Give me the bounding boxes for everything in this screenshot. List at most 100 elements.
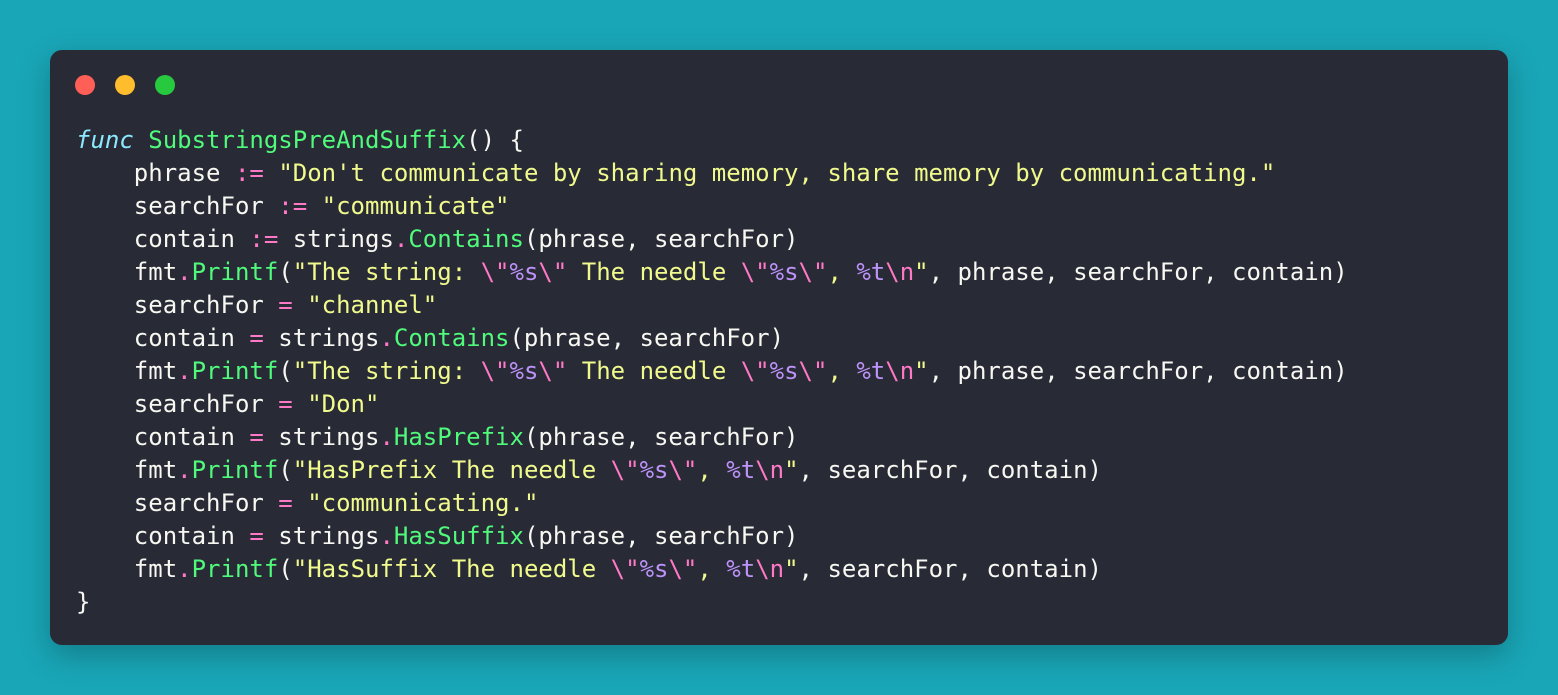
code-text: fmt (76, 456, 178, 484)
code-operator: = (249, 423, 264, 451)
code-operator: := (278, 192, 308, 220)
code-text: (phrase, searchFor) (523, 423, 799, 451)
code-format-verb: %s (509, 357, 539, 385)
code-escape-sequence: \" (610, 456, 640, 484)
code-line: fmt.Printf("HasPrefix The needle \"%s\",… (76, 454, 1348, 487)
code-function-name: Printf (191, 258, 279, 286)
code-format-verb: %t (856, 357, 886, 385)
code-function-name: HasSuffix (393, 522, 524, 550)
code-string: " (914, 357, 929, 385)
code-string: , (697, 456, 727, 484)
code-string: "channel" (307, 291, 438, 319)
code-escape-sequence: \n (755, 456, 785, 484)
code-text: contain (76, 522, 250, 550)
code-operator: . (177, 456, 192, 484)
code-string: "The string: (292, 258, 481, 286)
code-string: "Don" (307, 390, 380, 418)
code-line: fmt.Printf("The string: \"%s\" The needl… (76, 256, 1348, 289)
code-format-verb: %t (726, 456, 756, 484)
code-line: searchFor = "channel" (76, 289, 1348, 322)
code-line: contain = strings.HasPrefix(phrase, sear… (76, 421, 1348, 454)
code-format-verb: %s (639, 555, 669, 583)
code-operator: . (177, 258, 192, 286)
code-string: "communicate" (321, 192, 510, 220)
code-escape-sequence: \" (740, 357, 770, 385)
close-dot[interactable] (75, 75, 95, 95)
code-text: ( (278, 555, 293, 583)
code-escape-sequence: \" (798, 357, 828, 385)
code-escape-sequence: \" (480, 258, 510, 286)
code-function-name: SubstringsPreAndSuffix (148, 126, 467, 154)
code-text: searchFor (76, 192, 279, 220)
code-string: The needle (567, 258, 741, 286)
code-operator: = (278, 489, 293, 517)
code-operator: . (393, 225, 409, 253)
code-line: } (76, 586, 1348, 619)
minimize-dot[interactable] (115, 75, 135, 95)
code-string: , (827, 258, 857, 286)
code-text: searchFor (76, 390, 279, 418)
code-line: contain = strings.Contains(phrase, searc… (76, 322, 1348, 355)
code-function-name: Printf (191, 555, 279, 583)
code-function-name: Contains (408, 225, 524, 253)
code-escape-sequence: \" (740, 258, 770, 286)
code-function-name: Printf (191, 456, 279, 484)
code-line: searchFor = "communicating." (76, 487, 1348, 520)
code-string: " (914, 258, 929, 286)
code-operator: = (278, 291, 293, 319)
zoom-dot[interactable] (155, 75, 175, 95)
code-operator: = (249, 324, 264, 352)
code-line: func SubstringsPreAndSuffix() { (76, 124, 1348, 157)
code-text: (phrase, searchFor) (523, 225, 799, 253)
code-line: contain := strings.Contains(phrase, sear… (76, 223, 1348, 256)
code-operator: . (379, 423, 394, 451)
code-operator: := (249, 225, 279, 253)
code-escape-sequence: \" (480, 357, 510, 385)
code-text: fmt (76, 258, 178, 286)
code-text: } (76, 588, 91, 616)
code-text: ( (278, 258, 293, 286)
code-text: , searchFor, contain) (798, 456, 1102, 484)
code-format-verb: %s (769, 357, 799, 385)
code-text: (phrase, searchFor) (523, 522, 799, 550)
code-text: () { (466, 126, 524, 154)
code-operator: = (249, 522, 264, 550)
code-string: "The string: (292, 357, 481, 385)
code-line: fmt.Printf("HasSuffix The needle \"%s\",… (76, 553, 1348, 586)
code-string: " (784, 456, 799, 484)
code-format-verb: %t (856, 258, 886, 286)
code-escape-sequence: \" (668, 456, 698, 484)
code-escape-sequence: \n (885, 258, 915, 286)
code-string: The needle (567, 357, 741, 385)
code-escape-sequence: \" (538, 357, 568, 385)
code-escape-sequence: \" (798, 258, 828, 286)
code-function-name: HasPrefix (393, 423, 524, 451)
code-string: " (784, 555, 799, 583)
code-operator: . (379, 324, 394, 352)
code-operator: . (379, 522, 394, 550)
code-text: searchFor (76, 489, 279, 517)
code-string: , (697, 555, 727, 583)
code-text: , phrase, searchFor, contain) (928, 357, 1348, 385)
code-line: fmt.Printf("The string: \"%s\" The needl… (76, 355, 1348, 388)
code-text: contain (76, 324, 250, 352)
code-operator: . (177, 555, 192, 583)
code-format-verb: %t (726, 555, 756, 583)
code-escape-sequence: \n (885, 357, 915, 385)
code-string: , (827, 357, 857, 385)
code-operator: . (177, 357, 192, 385)
code-escape-sequence: \" (668, 555, 698, 583)
code-text: strings (263, 423, 380, 451)
code-line: contain = strings.HasSuffix(phrase, sear… (76, 520, 1348, 553)
code-text: (phrase, searchFor) (509, 324, 785, 352)
code-escape-sequence: \" (538, 258, 568, 286)
code-format-verb: %s (639, 456, 669, 484)
code-string: "communicating." (307, 489, 539, 517)
code-operator: := (234, 159, 264, 187)
code-text: strings (263, 324, 380, 352)
code-line: phrase := "Don't communicate by sharing … (76, 157, 1348, 190)
